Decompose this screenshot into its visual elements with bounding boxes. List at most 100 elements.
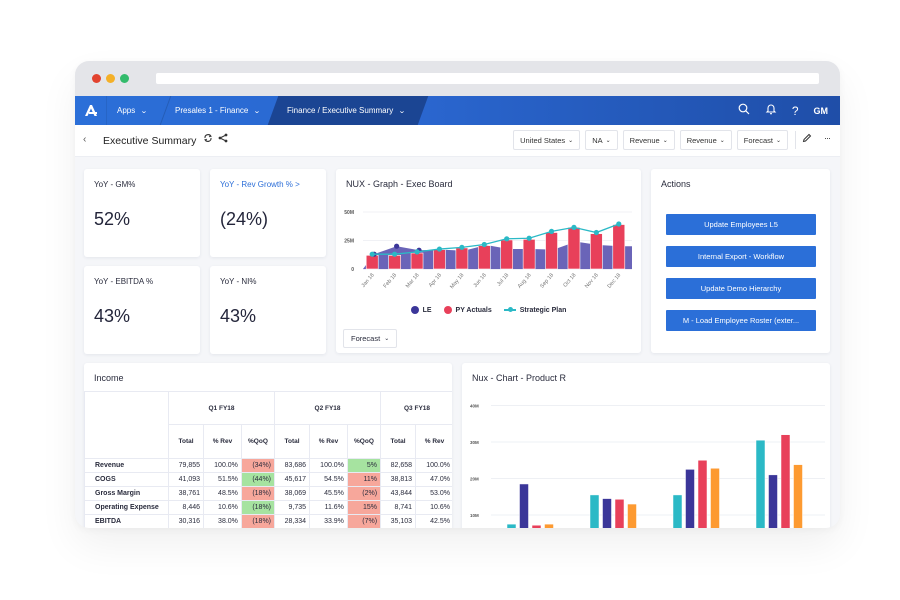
py-actuals-bar[interactable]: [388, 255, 401, 270]
table-cell[interactable]: 8,446: [167, 500, 205, 515]
table-cell[interactable]: (18%): [240, 500, 276, 515]
table-cell[interactable]: 100.0%: [309, 458, 348, 473]
minimize-window-button[interactable]: [106, 74, 115, 83]
more-options-icon[interactable]: ···: [824, 133, 831, 145]
table-cell[interactable]: 28,334: [274, 514, 311, 528]
py-actuals-bar[interactable]: [477, 245, 491, 270]
table-cell[interactable]: (34%): [240, 458, 276, 473]
strategic-plan-point[interactable]: [481, 241, 487, 248]
table-cell[interactable]: 38,069: [274, 486, 311, 501]
kpi-label-link[interactable]: YoY - Rev Growth % >: [220, 180, 300, 189]
nav-presales-finance[interactable]: Presales 1 - Finance ⌄: [175, 96, 261, 125]
strategic-plan-point[interactable]: [616, 221, 622, 227]
product-bar[interactable]: [602, 498, 612, 528]
address-bar[interactable]: [156, 73, 819, 84]
table-cell[interactable]: 48.5%: [203, 486, 242, 501]
strategic-plan-point[interactable]: [369, 251, 375, 257]
legend-item-le[interactable]: LE: [410, 306, 432, 314]
bell-icon[interactable]: [765, 103, 777, 118]
product-bar[interactable]: [768, 474, 778, 528]
table-cell[interactable]: 45.5%: [309, 486, 348, 501]
strategic-plan-point[interactable]: [414, 249, 420, 255]
forecast-dropdown[interactable]: Forecast ⌄: [343, 329, 398, 348]
table-cell[interactable]: 38,813: [380, 472, 417, 487]
table-cell[interactable]: 82,658: [380, 458, 417, 473]
table-cell[interactable]: 11.6%: [309, 500, 348, 515]
strategic-plan-point[interactable]: [526, 235, 532, 241]
legend-item-py-actuals[interactable]: PY Actuals: [443, 306, 492, 314]
product-bar[interactable]: [531, 524, 542, 528]
product-bar[interactable]: [780, 434, 791, 528]
table-cell[interactable]: 10.6%: [203, 500, 242, 515]
filter-line-item[interactable]: Revenue ⌄: [622, 130, 675, 150]
table-cell[interactable]: 100.0%: [415, 458, 452, 473]
table-cell[interactable]: (2%): [346, 486, 382, 501]
product-bar[interactable]: [755, 439, 766, 528]
strategic-plan-point[interactable]: [504, 236, 510, 242]
close-window-button[interactable]: [92, 74, 101, 83]
refresh-icon[interactable]: [203, 133, 213, 146]
strategic-plan-point[interactable]: [548, 228, 555, 234]
search-icon[interactable]: [738, 103, 750, 118]
product-bar[interactable]: [544, 523, 554, 528]
table-cell[interactable]: 100.0%: [203, 458, 242, 473]
product-bar[interactable]: [506, 523, 517, 528]
py-actuals-bar[interactable]: [500, 239, 514, 270]
table-cell[interactable]: 42.5%: [415, 514, 452, 528]
strategic-plan-point[interactable]: [593, 229, 599, 236]
table-cell[interactable]: 45,617: [274, 472, 311, 487]
table-cell[interactable]: 15%: [346, 500, 382, 515]
strategic-plan-point[interactable]: [571, 224, 577, 230]
maximize-window-button[interactable]: [120, 74, 129, 83]
table-cell[interactable]: 83,686: [274, 458, 311, 473]
filter-account[interactable]: Revenue ⌄: [679, 130, 732, 150]
anaplan-logo-icon[interactable]: [75, 96, 107, 125]
product-bar[interactable]: [697, 460, 708, 528]
table-cell[interactable]: 9,735: [274, 500, 311, 515]
nav-finance-executive-summary[interactable]: Finance / Executive Summary ⌄: [287, 96, 406, 125]
strategic-plan-point[interactable]: [436, 246, 443, 252]
table-cell[interactable]: 35,103: [380, 514, 417, 528]
edit-pencil-icon[interactable]: [802, 133, 812, 145]
nav-apps[interactable]: Apps ⌄: [117, 96, 148, 125]
product-bar[interactable]: [614, 499, 625, 528]
product-bar[interactable]: [685, 469, 695, 528]
table-cell[interactable]: 8,741: [380, 500, 417, 515]
table-cell[interactable]: 41,093: [167, 472, 205, 487]
table-cell[interactable]: (18%): [240, 486, 276, 501]
kpi-card-rev-growth[interactable]: YoY - Rev Growth % > (24%): [210, 169, 326, 257]
filter-region[interactable]: NA ⌄: [585, 130, 618, 150]
table-cell[interactable]: (7%): [346, 514, 382, 528]
table-cell[interactable]: 79,855: [167, 458, 205, 473]
table-cell[interactable]: 10.6%: [415, 500, 452, 515]
py-actuals-bar[interactable]: [455, 247, 469, 270]
py-actuals-bar[interactable]: [410, 252, 424, 270]
strategic-plan-point[interactable]: [459, 244, 465, 250]
table-cell[interactable]: 54.5%: [309, 472, 348, 487]
py-actuals-bar[interactable]: [590, 233, 603, 270]
table-cell[interactable]: 38,761: [167, 486, 205, 501]
le-point[interactable]: [394, 243, 400, 249]
table-cell[interactable]: 5%: [346, 458, 382, 473]
table-cell[interactable]: 51.5%: [203, 472, 242, 487]
table-cell[interactable]: 47.0%: [415, 472, 452, 487]
table-cell[interactable]: 33.9%: [309, 514, 348, 528]
update-employees-l5-button[interactable]: Update Employees L5: [666, 214, 816, 235]
update-demo-hierarchy-button[interactable]: Update Demo Hierarchy: [666, 278, 816, 299]
product-bar[interactable]: [672, 494, 683, 528]
py-actuals-bar[interactable]: [365, 255, 379, 270]
internal-export-workflow-button[interactable]: Internal Export - Workflow: [666, 246, 816, 267]
product-bar[interactable]: [519, 483, 529, 528]
product-bar[interactable]: [589, 494, 600, 528]
py-actuals-bar[interactable]: [522, 239, 536, 270]
product-bar[interactable]: [710, 468, 720, 528]
strategic-plan-point[interactable]: [392, 251, 398, 257]
table-cell[interactable]: (18%): [240, 514, 276, 528]
table-cell[interactable]: 30,316: [167, 514, 205, 528]
table-cell[interactable]: 53.0%: [415, 486, 452, 501]
load-employee-roster-button[interactable]: M - Load Employee Roster (exter...: [666, 310, 816, 331]
filter-country[interactable]: United States ⌄: [513, 130, 581, 150]
legend-item-strategic-plan[interactable]: Strategic Plan: [503, 306, 566, 314]
py-actuals-bar[interactable]: [612, 224, 626, 270]
user-avatar[interactable]: GM: [814, 106, 829, 116]
